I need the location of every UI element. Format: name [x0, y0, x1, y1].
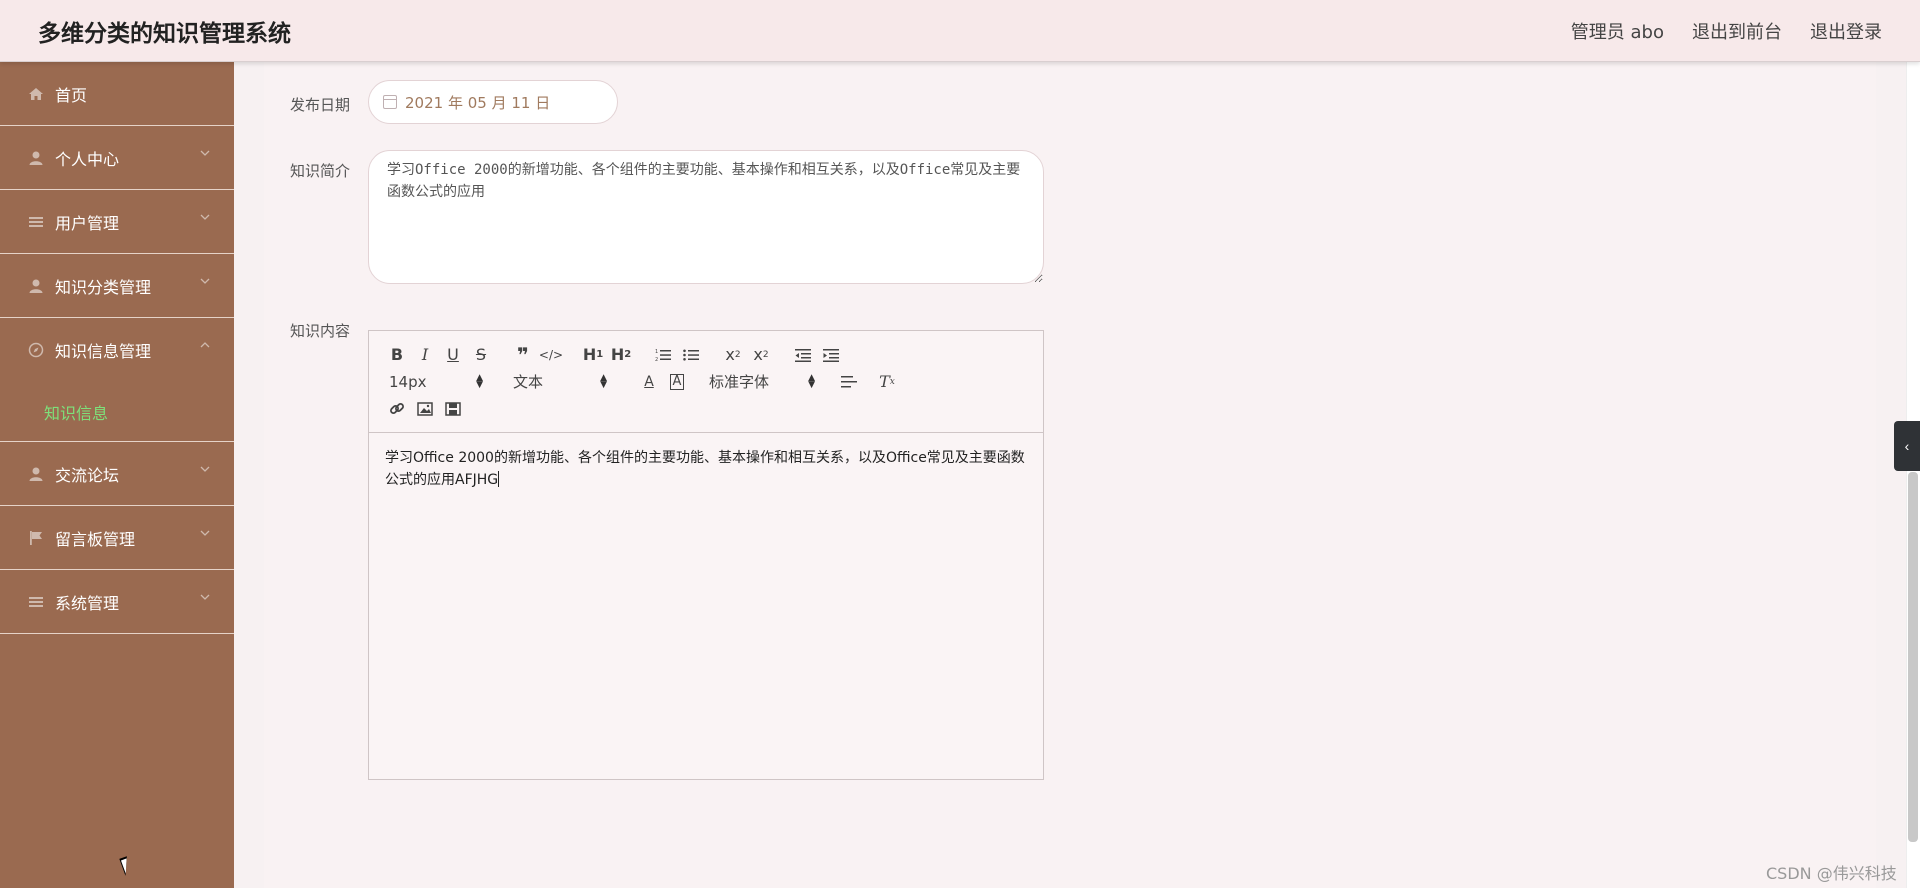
sidebar-item-label: 用户管理: [55, 213, 120, 233]
background-color-icon[interactable]: A: [663, 370, 691, 394]
text-caret: [498, 471, 500, 487]
select-arrows-icon: ▲ ▼: [808, 372, 815, 390]
indent-icon[interactable]: [817, 343, 845, 367]
publish-date-value: 2021 年 05 月 11 日: [405, 93, 551, 112]
superscript-icon[interactable]: x2: [747, 343, 775, 367]
sidebar-item-label: 留言板管理: [55, 529, 136, 549]
sidebar-item-message-board[interactable]: 留言板管理: [0, 506, 234, 570]
chevron-left-icon: ‹: [1904, 438, 1910, 454]
user-icon: [27, 149, 45, 167]
editor-text: 学习Office 2000的新增功能、各个组件的主要功能、基本操作和相互关系，以…: [385, 450, 1025, 488]
chevron-down-icon: [200, 528, 210, 538]
logout-link[interactable]: 退出登录: [1810, 18, 1882, 44]
sidebar-item-label: 首页: [55, 85, 88, 105]
sidebar: 首页 个人中心 用户管理 知识分类管理 知识信息管理 知识信息 交流论坛 留言板…: [0, 62, 234, 888]
select-arrows-icon: ▲ ▼: [600, 372, 607, 390]
underline-icon[interactable]: U: [439, 343, 467, 367]
sidebar-item-personal-center[interactable]: 个人中心: [0, 126, 234, 190]
sidebar-item-category-management[interactable]: 知识分类管理: [0, 254, 234, 318]
admin-user-label[interactable]: 管理员 abo: [1571, 18, 1664, 44]
block-type-select[interactable]: 文本 ▲ ▼: [513, 370, 607, 394]
font-size-value: 14px: [389, 372, 427, 391]
video-icon[interactable]: [439, 397, 467, 421]
collapse-panel-button[interactable]: ‹: [1894, 421, 1920, 471]
editor-toolbar: B I U S ❞ </> H1 H2 12 x2 x2 14px ▲ ▼ 文本…: [369, 331, 1043, 433]
header-actions: 管理员 abo 退出到前台 退出登录: [1571, 18, 1882, 44]
home-icon: [27, 85, 45, 103]
content-label: 知识内容: [290, 322, 351, 340]
chevron-down-icon: [200, 148, 210, 158]
svg-text:1: 1: [655, 349, 658, 355]
sidebar-item-label: 知识分类管理: [55, 277, 152, 297]
top-header: 多维分类的知识管理系统 管理员 abo 退出到前台 退出登录: [0, 0, 1920, 62]
chevron-down-icon: [200, 592, 210, 602]
heading1-icon[interactable]: H1: [579, 343, 607, 367]
sidebar-item-label: 知识信息管理: [55, 342, 152, 361]
subscript-icon[interactable]: x2: [719, 343, 747, 367]
watermark: CSDN @伟兴科技: [1766, 864, 1897, 883]
sidebar-item-label: 系统管理: [55, 593, 120, 613]
code-icon[interactable]: </>: [537, 343, 565, 367]
font-family-select[interactable]: 标准字体 ▲ ▼: [709, 370, 815, 394]
scrollbar-thumb[interactable]: [1908, 472, 1918, 842]
chevron-up-icon: [200, 340, 210, 350]
back-to-front-link[interactable]: 退出到前台: [1692, 18, 1782, 44]
sidebar-item-knowledge-management[interactable]: 知识信息管理: [0, 318, 234, 382]
align-left-icon[interactable]: [835, 370, 863, 394]
main-form: 发布日期 2021 年 05 月 11 日 知识简介 学习Office 2000…: [264, 62, 1876, 888]
flag-icon: [27, 529, 45, 547]
intro-label: 知识简介: [290, 162, 351, 180]
rich-text-editor: B I U S ❞ </> H1 H2 12 x2 x2 14px ▲ ▼ 文本…: [368, 330, 1044, 780]
sidebar-item-system-management[interactable]: 系统管理: [0, 570, 234, 634]
font-size-select[interactable]: 14px ▲ ▼: [389, 370, 483, 394]
sidebar-item-label: 交流论坛: [55, 465, 120, 485]
bullet-list-icon[interactable]: [677, 343, 705, 367]
chevron-down-icon: [200, 212, 210, 222]
clear-format-icon[interactable]: Tx: [873, 370, 901, 394]
chevron-down-icon: [200, 464, 210, 474]
link-icon[interactable]: [383, 397, 411, 421]
ordered-list-icon[interactable]: 12: [649, 343, 677, 367]
list-icon: [27, 593, 45, 611]
font-color-icon[interactable]: A: [635, 370, 663, 394]
bold-icon[interactable]: B: [383, 343, 411, 367]
sidebar-item-label: 个人中心: [55, 149, 120, 169]
svg-text:2: 2: [655, 357, 658, 362]
date-label: 发布日期: [290, 96, 351, 114]
list-icon: [27, 213, 45, 231]
sidebar-item-forum[interactable]: 交流论坛: [0, 442, 234, 506]
app-title: 多维分类的知识管理系统: [38, 20, 291, 47]
sidebar-item-home[interactable]: 首页: [0, 62, 234, 126]
italic-icon[interactable]: I: [411, 343, 439, 367]
outdent-icon[interactable]: [789, 343, 817, 367]
image-icon[interactable]: [411, 397, 439, 421]
sidebar-subitem-knowledge-info[interactable]: 知识信息: [0, 382, 234, 442]
select-arrows-icon: ▲ ▼: [476, 372, 483, 390]
user-icon: [27, 277, 45, 295]
user-icon: [27, 465, 45, 483]
font-family-value: 标准字体: [709, 373, 770, 391]
blockquote-icon[interactable]: ❞: [509, 343, 537, 367]
heading2-icon[interactable]: H2: [607, 343, 635, 367]
intro-textarea[interactable]: 学习Office 2000的新增功能、各个组件的主要功能、基本操作和相互关系，以…: [368, 150, 1044, 284]
calendar-icon: [383, 95, 397, 109]
publish-date-picker[interactable]: 2021 年 05 月 11 日: [368, 80, 618, 124]
chevron-down-icon: [200, 276, 210, 286]
editor-content[interactable]: 学习Office 2000的新增功能、各个组件的主要功能、基本操作和相互关系，以…: [369, 433, 1043, 505]
strikethrough-icon[interactable]: S: [467, 343, 495, 367]
compass-icon: [27, 341, 45, 359]
sidebar-item-user-management[interactable]: 用户管理: [0, 190, 234, 254]
block-type-value: 文本: [513, 373, 544, 391]
